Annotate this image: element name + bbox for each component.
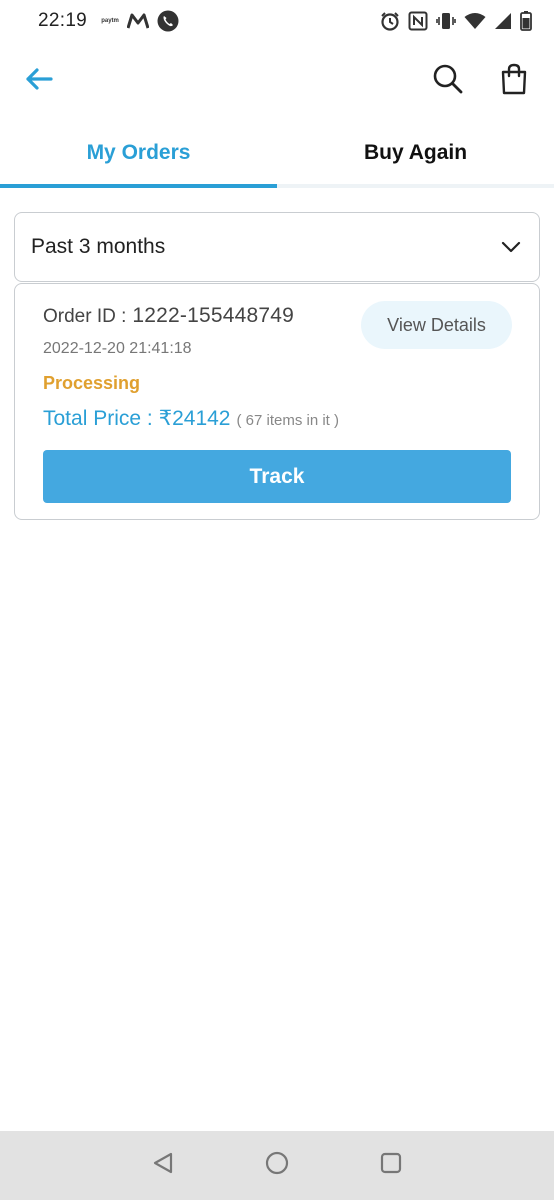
paytm-business-icon: paytm: [101, 18, 119, 24]
order-date: 2022-12-20 21:41:18: [43, 340, 192, 357]
search-button[interactable]: [430, 63, 466, 99]
battery-icon: [520, 11, 532, 31]
order-id-value: 1222-155448749: [132, 304, 295, 327]
nav-recents-icon: [379, 1151, 403, 1180]
order-status: Processing: [43, 373, 141, 393]
status-right-icons: [380, 11, 532, 31]
gmail-m-icon: [127, 13, 150, 29]
order-id-label: Order ID :: [43, 306, 127, 327]
wifi-icon: [464, 12, 486, 30]
phone-call-icon: [157, 10, 179, 32]
app-bar: [0, 42, 554, 120]
nav-back-icon: [151, 1151, 175, 1180]
status-time: 22:19: [38, 10, 88, 31]
track-button[interactable]: Track: [43, 450, 511, 503]
order-card: Order ID : 1222-155448749 2022-12-20 21:…: [14, 283, 540, 520]
status-left-icons: paytm: [101, 10, 179, 32]
view-details-button[interactable]: View Details: [361, 301, 512, 349]
order-id-row: Order ID : 1222-155448749: [43, 304, 294, 328]
nfc-icon: [408, 11, 428, 31]
total-price-row: Total Price : ₹24142 ( 67 items in it ): [43, 406, 339, 431]
nav-home-button[interactable]: [263, 1151, 291, 1180]
total-price-label: Total Price :: [43, 407, 153, 430]
tab-buy-again[interactable]: Buy Again: [277, 122, 554, 184]
nav-back-button[interactable]: [149, 1152, 177, 1180]
status-bar: 22:19 paytm: [0, 0, 554, 42]
vibrate-icon: [436, 11, 456, 31]
filter-selected-value: Past 3 months: [31, 235, 166, 258]
cart-button[interactable]: [496, 63, 532, 99]
order-tabs: My Orders Buy Again: [0, 122, 554, 188]
signal-icon: [494, 12, 512, 30]
chevron-down-icon: [501, 241, 521, 253]
tab-my-orders[interactable]: My Orders: [0, 122, 277, 188]
time-filter-dropdown[interactable]: Past 3 months: [14, 212, 540, 282]
paytm-text: paytm: [101, 18, 119, 24]
back-button[interactable]: [22, 64, 56, 98]
shopping-bag-icon: [500, 63, 528, 100]
nav-recents-button[interactable]: [377, 1152, 405, 1180]
items-count-note: ( 67 items in it ): [236, 412, 340, 429]
search-icon: [432, 63, 464, 100]
arrow-left-icon: [25, 67, 53, 96]
alarm-icon: [380, 11, 400, 31]
system-nav-bar: [0, 1131, 554, 1200]
app-bar-actions: [430, 63, 532, 99]
total-price-value: ₹24142: [158, 407, 231, 430]
nav-home-icon: [265, 1151, 289, 1180]
